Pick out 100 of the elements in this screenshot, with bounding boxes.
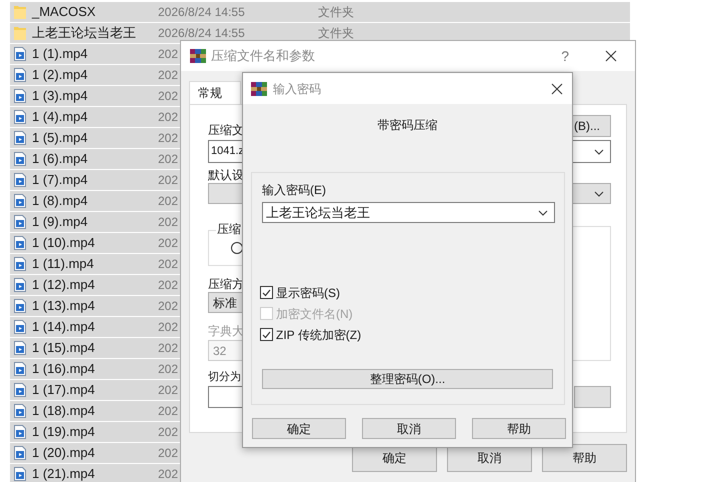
folder-icon	[14, 26, 26, 40]
video-file-icon	[14, 173, 26, 187]
file-name: 1 (3).mp4	[32, 87, 88, 106]
modified-date: 202	[158, 109, 178, 126]
modified-date: 202	[158, 424, 178, 441]
video-file-icon	[14, 299, 26, 313]
checkmark-icon	[262, 330, 271, 338]
file-name: 1 (19).mp4	[32, 423, 95, 442]
file-name: 1 (13).mp4	[32, 297, 95, 316]
video-file-icon	[14, 320, 26, 334]
file-name: 1 (14).mp4	[32, 318, 95, 336]
video-file-icon	[14, 89, 26, 103]
file-name: 1 (7).mp4	[32, 171, 88, 190]
field-label: 输入密码(E)	[262, 183, 326, 197]
modified-date: 202	[158, 466, 178, 482]
modified-date: 202	[158, 214, 178, 231]
modified-date: 202	[158, 361, 178, 378]
modified-date: 202	[158, 403, 178, 420]
checkmark-icon	[262, 288, 271, 296]
modified-date: 202	[158, 445, 178, 462]
dialog-button[interactable]: 帮助	[542, 444, 627, 472]
checkbox[interactable]	[260, 328, 273, 341]
books-icon	[190, 48, 206, 64]
video-file-icon	[14, 341, 26, 355]
modified-date: 202	[158, 382, 178, 399]
field-label: 切分为	[208, 370, 241, 384]
video-file-icon	[14, 404, 26, 418]
modified-date: 202	[158, 130, 178, 147]
window-title: 压缩文件名和参数	[211, 47, 315, 66]
file-name: 1 (6).mp4	[32, 150, 88, 168]
file-name: 1 (2).mp4	[32, 66, 88, 84]
modified-date: 202	[158, 172, 178, 189]
tab[interactable]: 常规	[189, 81, 241, 104]
file-name: 上老王论坛当老王	[32, 24, 136, 42]
file-row[interactable]: _MACOSX 2026/8/24 14:55 文件夹	[10, 2, 630, 23]
file-name: 1 (11).mp4	[32, 255, 94, 274]
password-field[interactable]: 上老王论坛当老王	[262, 202, 555, 223]
video-file-icon	[14, 362, 26, 376]
video-file-icon	[14, 152, 26, 166]
dialog-heading: 带密码压缩	[378, 118, 438, 132]
modified-date: 202	[158, 277, 178, 294]
video-file-icon	[14, 383, 26, 397]
folder-icon	[14, 5, 26, 19]
modified-date: 202	[158, 235, 178, 252]
video-file-icon	[14, 215, 26, 229]
file-type: 文件夹	[318, 25, 354, 42]
modified-date: 202	[158, 193, 178, 210]
video-file-icon	[14, 446, 26, 460]
modified-date: 202	[158, 256, 178, 273]
help-button[interactable]: ?	[561, 46, 569, 66]
checkbox[interactable]	[260, 286, 273, 299]
video-file-icon	[14, 131, 26, 145]
window-title: 输入密码	[273, 80, 321, 98]
modified-date: 202	[158, 46, 178, 63]
modified-date: 202	[158, 340, 178, 357]
video-file-icon	[14, 236, 26, 250]
chevron-down-icon[interactable]	[538, 210, 548, 216]
file-type: 文件夹	[318, 4, 354, 21]
video-file-icon	[14, 257, 26, 271]
modified-date: 2026/8/24 14:55	[158, 4, 245, 21]
close-icon[interactable]	[605, 50, 617, 62]
file-name: 1 (4).mp4	[32, 108, 88, 126]
field-label: 默认设	[208, 168, 244, 182]
file-name: 1 (16).mp4	[32, 360, 95, 378]
checkbox-label[interactable]: ZIP 传统加密(Z)	[276, 326, 362, 344]
books-icon	[251, 80, 267, 96]
modified-date: 202	[158, 67, 178, 84]
field-label: 压缩文	[208, 123, 244, 137]
file-name: 1 (15).mp4	[32, 339, 95, 358]
modified-date: 202	[158, 88, 178, 105]
video-file-icon	[14, 47, 26, 61]
file-name: 1 (9).mp4	[32, 213, 88, 232]
file-name: 1 (21).mp4	[32, 465, 95, 482]
chevron-down-icon[interactable]	[594, 148, 604, 154]
modified-date: 202	[158, 319, 178, 336]
modified-date: 202	[158, 151, 178, 168]
video-file-icon	[14, 110, 26, 124]
file-name: 1 (1).mp4	[32, 45, 88, 64]
group-label: 压缩	[216, 222, 242, 236]
file-name: 1 (8).mp4	[32, 192, 88, 210]
dialog-button[interactable]: 取消	[362, 418, 456, 439]
video-file-icon	[14, 194, 26, 208]
modified-date: 2026/8/24 14:55	[158, 25, 245, 42]
file-name: 1 (18).mp4	[32, 402, 95, 420]
close-icon[interactable]	[551, 82, 563, 94]
chevron-down-icon[interactable]	[594, 190, 604, 196]
file-name: _MACOSX	[32, 3, 96, 22]
video-file-icon	[14, 425, 26, 439]
file-name: 1 (17).mp4	[32, 381, 95, 400]
file-name: 1 (12).mp4	[32, 276, 95, 294]
video-file-icon	[14, 68, 26, 82]
modified-date: 202	[158, 298, 178, 315]
file-name: 1 (10).mp4	[32, 234, 95, 252]
checkbox-label[interactable]: 显示密码(S)	[276, 284, 340, 302]
dialog-button[interactable]: 确定	[252, 418, 346, 439]
manage-passwords-button[interactable]: 整理密码(O)...	[262, 369, 553, 389]
dialog-button[interactable]: 帮助	[472, 418, 566, 439]
file-name: 1 (5).mp4	[32, 129, 88, 148]
file-name: 1 (20).mp4	[32, 444, 95, 462]
video-file-icon	[14, 278, 26, 292]
